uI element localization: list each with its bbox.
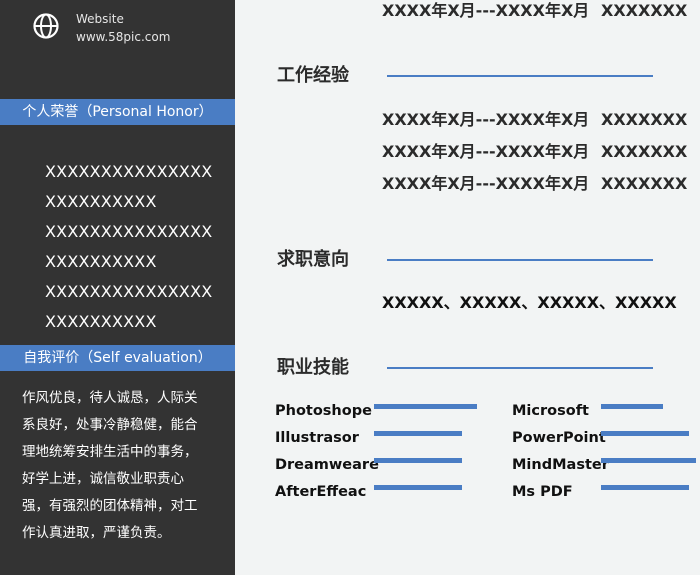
skill-level-bar — [374, 485, 462, 490]
intent-section-title: 求职意向 — [277, 249, 349, 270]
self-eval-section-title: 自我评价（Self evaluation） — [0, 345, 235, 371]
work-value: XXXXXXX — [601, 110, 688, 129]
self-eval-line: 好学上进，诚信敬业职责心 — [22, 471, 184, 487]
honor-line: XXXXXXXXXXXXXXX — [45, 282, 213, 301]
skill-name: Photoshope — [275, 403, 372, 419]
skills-section-rule — [387, 367, 653, 369]
education-row: XXXX年X月---XXXX年X月 XXXXXXX — [382, 0, 687, 22]
intent-text: XXXXX、XXXXX、XXXXX、XXXXX — [382, 293, 677, 312]
skill-level-bar — [601, 458, 696, 463]
skill-name: Microsoft — [512, 403, 589, 419]
education-period: XXXX年X月---XXXX年X月 — [382, 1, 590, 20]
work-period: XXXX年X月---XXXX年X月 — [382, 142, 590, 161]
self-eval-line: 作风优良，待人诚恳，人际关 — [22, 390, 198, 406]
work-row: XXXX年X月---XXXX年X月 XXXXXXX — [382, 109, 687, 131]
sidebar: Website www.58pic.com 个人荣誉（Personal Hono… — [0, 0, 235, 575]
skill-level-bar — [601, 485, 689, 490]
skills-section-title: 职业技能 — [277, 357, 349, 378]
skill-level-bar — [374, 431, 462, 436]
work-value: XXXXXXX — [601, 142, 688, 161]
work-section-rule — [387, 75, 653, 77]
intent-section-rule — [387, 259, 653, 261]
globe-icon — [33, 13, 59, 39]
honor-line: XXXXXXXXXX — [45, 192, 157, 211]
website-url[interactable]: www.58pic.com — [76, 28, 170, 46]
honor-line: XXXXXXXXXX — [45, 312, 157, 331]
website-label: Website — [76, 12, 124, 26]
honor-section-title: 个人荣誉（Personal Honor） — [0, 99, 235, 125]
skill-level-bar — [374, 404, 477, 409]
self-eval-text: 作风优良，待人诚恳，人际关 系良好，处事冷静稳健，能合 理地统筹安排生活中的事务… — [22, 385, 222, 547]
work-row: XXXX年X月---XXXX年X月 XXXXXXX — [382, 173, 687, 195]
honor-line: XXXXXXXXXX — [45, 252, 157, 271]
skill-level-bar — [601, 431, 689, 436]
skill-name: Ms PDF — [512, 484, 573, 500]
work-period: XXXX年X月---XXXX年X月 — [382, 110, 590, 129]
skill-name: PowerPoint — [512, 430, 606, 446]
skill-name: Illustrasor — [275, 430, 359, 446]
self-eval-line: 系良好，处事冷静稳健，能合 — [22, 417, 198, 433]
work-row: XXXX年X月---XXXX年X月 XXXXXXX — [382, 141, 687, 163]
honor-line: XXXXXXXXXXXXXXX — [45, 222, 213, 241]
skill-name: AfterEffeac — [275, 484, 367, 500]
work-period: XXXX年X月---XXXX年X月 — [382, 174, 590, 193]
skill-name: MindMaster — [512, 457, 609, 473]
skill-name: Dreamweare — [275, 457, 379, 473]
self-eval-line: 理地统筹安排生活中的事务， — [22, 444, 198, 460]
main-content: XXXX年X月---XXXX年X月 XXXXXXX 工作经验 XXXX年X月--… — [235, 0, 700, 575]
skill-level-bar — [601, 404, 663, 409]
self-eval-line: 作认真进取，严谨负责。 — [22, 525, 171, 541]
education-value: XXXXXXX — [601, 1, 688, 20]
work-section-title: 工作经验 — [277, 65, 349, 86]
honor-line: XXXXXXXXXXXXXXX — [45, 162, 213, 181]
skill-level-bar — [374, 458, 462, 463]
self-eval-line: 强，有强烈的团体精神，对工 — [22, 498, 198, 514]
work-value: XXXXXXX — [601, 174, 688, 193]
